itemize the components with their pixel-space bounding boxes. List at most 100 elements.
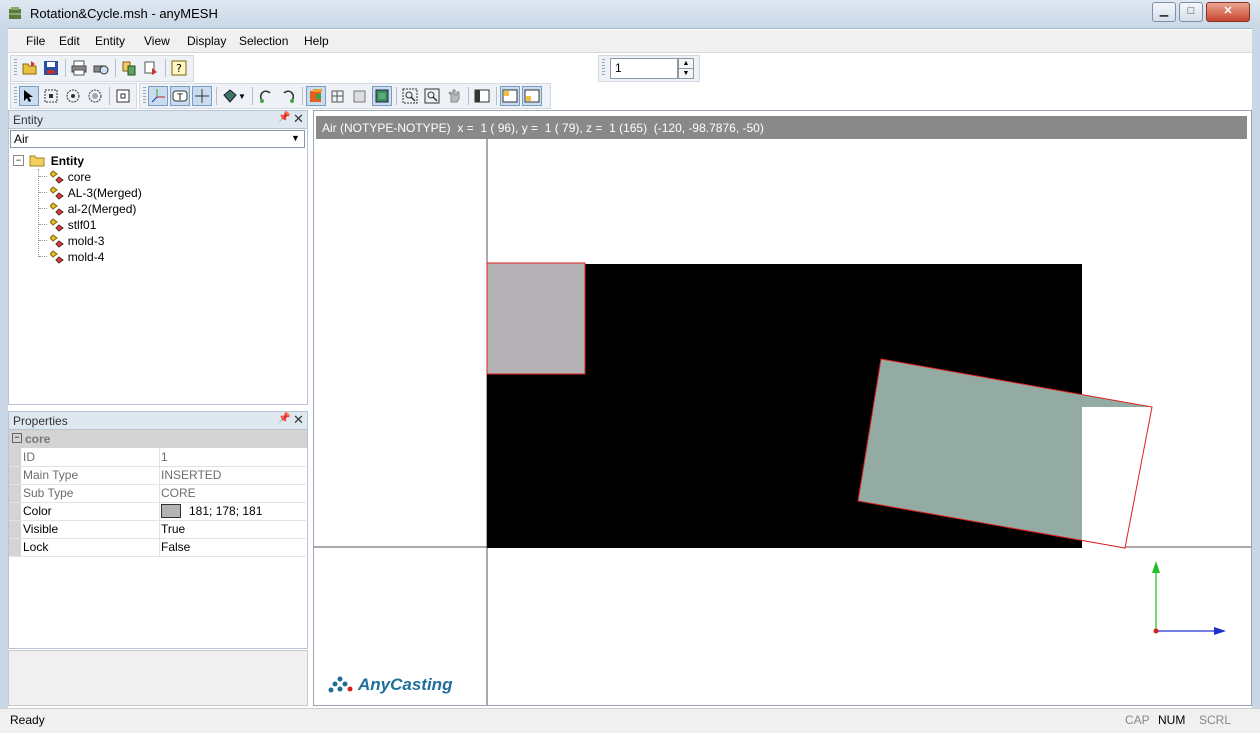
text-label-icon[interactable]: T bbox=[170, 86, 190, 106]
y-axis-arrow bbox=[1152, 561, 1160, 573]
rotate-left-icon[interactable] bbox=[256, 86, 276, 106]
entity-node-icon bbox=[49, 170, 65, 184]
chevron-down-icon[interactable]: ▼ bbox=[291, 133, 300, 143]
properties-panel: Properties 📌 ✕ − core ID 1 Main Type INS… bbox=[8, 411, 308, 649]
status-scrl: SCRL bbox=[1199, 713, 1232, 727]
export-icon[interactable] bbox=[141, 58, 161, 78]
entity-node-icon bbox=[49, 234, 65, 248]
print-preview-icon[interactable] bbox=[91, 58, 111, 78]
window-title: Rotation&Cycle.msh - anyMESH bbox=[30, 6, 218, 21]
entity-panel-close-icon[interactable]: ✕ bbox=[293, 111, 304, 127]
properties-pane-icon[interactable] bbox=[522, 86, 542, 106]
svg-text:T: T bbox=[176, 93, 183, 103]
collapse-icon[interactable]: − bbox=[13, 155, 24, 167]
crosshair-icon[interactable] bbox=[192, 86, 212, 106]
viewport-canvas[interactable] bbox=[314, 111, 1251, 705]
frame-select-icon[interactable] bbox=[113, 86, 133, 106]
property-row-main-type[interactable]: Main Type INSERTED bbox=[9, 466, 306, 485]
tree-item-label: mold-3 bbox=[67, 233, 105, 248]
box-select-icon[interactable] bbox=[41, 86, 61, 106]
property-name: Visible bbox=[23, 522, 59, 536]
close-button[interactable]: ✕ bbox=[1206, 2, 1250, 22]
title-bar: Rotation&Cycle.msh - anyMESH ▁ □ ✕ bbox=[0, 0, 1260, 29]
property-group-header[interactable]: − core bbox=[9, 430, 307, 448]
panel-toggle-icon[interactable] bbox=[472, 86, 492, 106]
help-icon[interactable]: ? bbox=[169, 58, 189, 78]
entity-node-icon bbox=[49, 250, 65, 264]
tree-root[interactable]: − Entity bbox=[13, 153, 84, 169]
property-value: INSERTED bbox=[161, 468, 222, 482]
rotate-right-icon[interactable] bbox=[278, 86, 298, 106]
toolbar-file: ? bbox=[10, 55, 194, 82]
menu-help[interactable]: Help bbox=[304, 34, 329, 48]
solid-view-icon[interactable] bbox=[306, 86, 326, 106]
folder-icon bbox=[29, 155, 45, 167]
open-icon[interactable] bbox=[20, 58, 40, 78]
property-row-id[interactable]: ID 1 bbox=[9, 448, 306, 467]
toolbar-grip[interactable] bbox=[602, 59, 605, 77]
minimize-button[interactable]: ▁ bbox=[1152, 2, 1176, 22]
tree-item-label: al-2(Merged) bbox=[67, 201, 137, 216]
circle-select-icon[interactable] bbox=[63, 86, 83, 106]
import-icon[interactable] bbox=[119, 58, 139, 78]
spin-down-button[interactable]: ▼ bbox=[678, 68, 694, 79]
status-bar: Ready CAP NUM SCRL bbox=[0, 708, 1260, 733]
tree-root-label: Entity bbox=[50, 153, 85, 168]
lasso-select-icon[interactable] bbox=[85, 86, 105, 106]
print-icon[interactable] bbox=[69, 58, 89, 78]
property-row-visible[interactable]: Visible True bbox=[9, 520, 306, 539]
property-row-lock[interactable]: Lock False bbox=[9, 538, 306, 557]
toolbar-select bbox=[10, 83, 137, 109]
tree-item[interactable]: stlf01 bbox=[39, 217, 96, 233]
zoom-fit-icon[interactable] bbox=[422, 86, 442, 106]
property-name: ID bbox=[23, 450, 35, 464]
status-num: NUM bbox=[1158, 713, 1186, 727]
entity-pane-icon[interactable] bbox=[500, 86, 520, 106]
maximize-button[interactable]: □ bbox=[1179, 2, 1203, 22]
tree-item[interactable]: AL-3(Merged) bbox=[39, 185, 142, 201]
menu-entity[interactable]: Entity bbox=[95, 34, 125, 48]
collapse-icon[interactable]: − bbox=[12, 433, 22, 443]
save-icon[interactable] bbox=[41, 58, 61, 78]
pointer-icon[interactable] bbox=[19, 86, 39, 106]
property-value: True bbox=[161, 522, 186, 536]
property-name: Sub Type bbox=[23, 486, 74, 500]
entity-panel-header: Entity 📌 ✕ bbox=[9, 111, 307, 129]
viewport[interactable]: Air (NOTYPE-NOTYPE) x = 1 ( 96), y = 1 (… bbox=[313, 110, 1252, 706]
menu-selection[interactable]: Selection bbox=[239, 34, 288, 48]
toolbar-grip[interactable] bbox=[14, 87, 17, 105]
transparent-view-icon[interactable] bbox=[350, 86, 370, 106]
axis-icon[interactable] bbox=[148, 86, 168, 106]
wireframe-view-icon[interactable] bbox=[328, 86, 348, 106]
entity-panel-pin-icon[interactable]: 📌 bbox=[278, 112, 290, 123]
menu-edit[interactable]: Edit bbox=[59, 34, 80, 48]
entity-filter-combo[interactable]: Air ▼ bbox=[10, 130, 305, 148]
zoom-window-icon[interactable] bbox=[400, 86, 420, 106]
menu-display[interactable]: Display bbox=[187, 34, 226, 48]
shaded-view-icon[interactable] bbox=[372, 86, 392, 106]
entity-filter-value: Air bbox=[14, 132, 29, 146]
properties-panel-close-icon[interactable]: ✕ bbox=[293, 412, 304, 428]
color-swatch[interactable] bbox=[161, 504, 181, 518]
properties-panel-title: Properties bbox=[13, 414, 68, 428]
property-row-color[interactable]: Color 181; 178; 181 bbox=[9, 502, 306, 521]
x-axis-arrow bbox=[1214, 627, 1226, 635]
view-dropdown-icon[interactable]: ▼ bbox=[236, 86, 248, 106]
toolbar-grip[interactable] bbox=[143, 87, 146, 105]
tree-item-label: mold-4 bbox=[67, 249, 105, 264]
menu-file[interactable]: File bbox=[26, 34, 45, 48]
tree-item[interactable]: core bbox=[39, 169, 91, 185]
entity-node-icon bbox=[49, 218, 65, 232]
properties-panel-pin-icon[interactable]: 📌 bbox=[278, 413, 290, 424]
menu-view[interactable]: View bbox=[144, 34, 170, 48]
property-name: Color bbox=[23, 504, 52, 518]
menu-bar: File Edit Entity View Display Selection … bbox=[8, 30, 1252, 53]
pan-icon[interactable] bbox=[444, 86, 464, 106]
tree-item[interactable]: mold-3 bbox=[39, 233, 104, 249]
toolbar-grip[interactable] bbox=[14, 59, 17, 77]
property-row-sub-type[interactable]: Sub Type CORE bbox=[9, 484, 306, 503]
tree-item[interactable]: mold-4 bbox=[39, 249, 104, 265]
property-value: 181; 178; 181 bbox=[189, 504, 263, 518]
tree-item[interactable]: al-2(Merged) bbox=[39, 201, 136, 217]
step-spinbox[interactable]: 1 bbox=[610, 58, 678, 79]
